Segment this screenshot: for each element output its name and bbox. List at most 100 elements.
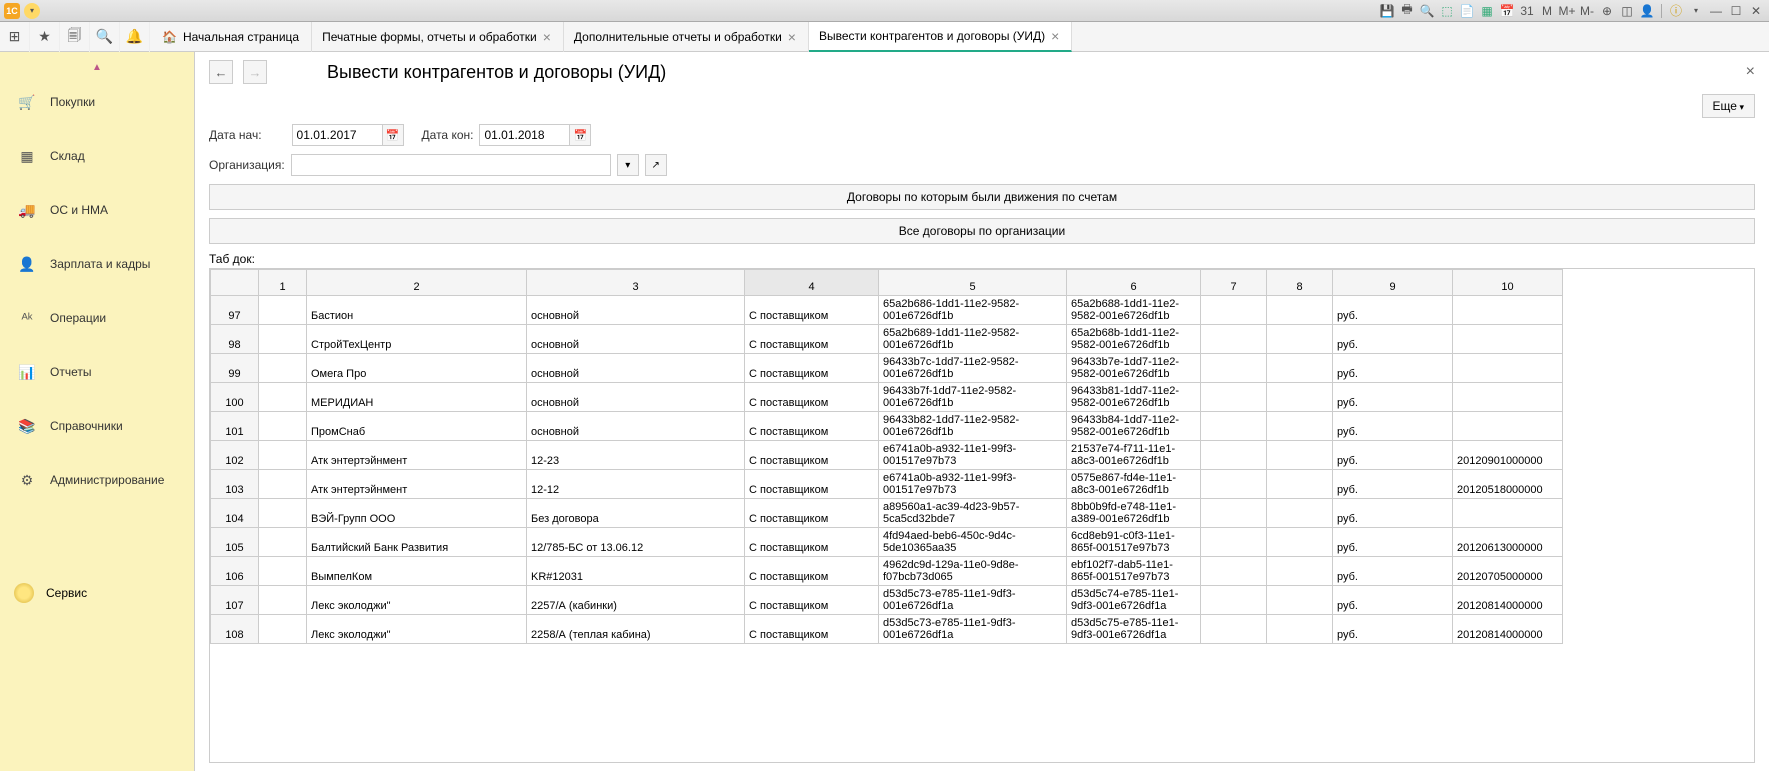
content-close-icon[interactable]: × xyxy=(1746,63,1755,81)
tab-close-icon[interactable]: × xyxy=(541,29,553,45)
app-dropdown-icon[interactable]: ▾ xyxy=(24,3,40,19)
search-icon[interactable]: 🔍 xyxy=(90,22,120,52)
column-header[interactable]: 5 xyxy=(879,270,1067,296)
date-icon[interactable]: 31 xyxy=(1518,2,1536,20)
sidebar-item[interactable]: 📚Справочники xyxy=(0,399,194,453)
cell: d53d5c73-e785-11e1-9df3-001e6726df1a xyxy=(879,586,1067,615)
doc-icon[interactable]: 📄 xyxy=(1458,2,1476,20)
sidebar-label: Склад xyxy=(50,149,85,163)
org-open-icon[interactable]: ↗ xyxy=(645,154,667,176)
memory-mplus-icon[interactable]: M+ xyxy=(1558,2,1576,20)
nav-forward-button[interactable]: → xyxy=(243,60,267,84)
table-row[interactable]: 102Атк энтертэйнмент12-23С поставщикомe6… xyxy=(211,441,1563,470)
cell: 65a2b688-1dd1-11e2-9582-001e6726df1b xyxy=(1067,296,1201,325)
doc-icon[interactable]: 🗐 xyxy=(60,22,90,52)
minimize-icon[interactable]: — xyxy=(1707,2,1725,20)
date-start-picker-icon[interactable]: 📅 xyxy=(382,124,404,146)
cell: руб. xyxy=(1333,470,1453,499)
column-header[interactable]: 9 xyxy=(1333,270,1453,296)
grid-icon[interactable]: ▦ xyxy=(1478,2,1496,20)
table[interactable]: 12345678910 97БастионосновнойС поставщик… xyxy=(209,268,1755,763)
org-input[interactable] xyxy=(291,154,611,176)
column-header[interactable]: 4 xyxy=(745,270,879,296)
home-tab[interactable]: 🏠 Начальная страница xyxy=(150,22,312,52)
cell: руб. xyxy=(1333,499,1453,528)
all-contracts-button[interactable]: Все договоры по организации xyxy=(209,218,1755,244)
sidebar-item[interactable]: ⚙Администрирование xyxy=(0,453,194,507)
user-icon[interactable]: 👤 xyxy=(1638,2,1656,20)
table-row[interactable]: 98СтройТехЦентросновнойС поставщиком65a2… xyxy=(211,325,1563,354)
info-dd-icon[interactable]: ▾ xyxy=(1687,2,1705,20)
sidebar-collapse-icon[interactable]: ▲ xyxy=(0,60,194,75)
apps-icon[interactable]: ⊞ xyxy=(0,22,30,52)
column-header[interactable]: 6 xyxy=(1067,270,1201,296)
cell: руб. xyxy=(1333,441,1453,470)
table-row[interactable]: 104ВЭЙ-Групп ОООБез договораС поставщико… xyxy=(211,499,1563,528)
column-header[interactable]: 8 xyxy=(1267,270,1333,296)
column-header[interactable]: 7 xyxy=(1201,270,1267,296)
table-row[interactable]: 97БастионосновнойС поставщиком65a2b686-1… xyxy=(211,296,1563,325)
contracts-with-movements-button[interactable]: Договоры по которым были движения по сче… xyxy=(209,184,1755,210)
table-row[interactable]: 106ВымпелКомKR#12031С поставщиком4962dc9… xyxy=(211,557,1563,586)
tab-close-icon[interactable]: × xyxy=(1049,28,1061,44)
cell: 4962dc9d-129a-11e0-9d8e-f07bcb73d065 xyxy=(879,557,1067,586)
tab-close-icon[interactable]: × xyxy=(786,29,798,45)
cell xyxy=(1201,586,1267,615)
cell xyxy=(259,412,307,441)
table-row[interactable]: 101ПромСнабосновнойС поставщиком96433b82… xyxy=(211,412,1563,441)
sidebar-item[interactable]: ▦Склад xyxy=(0,129,194,183)
sidebar-item[interactable]: 👤Зарплата и кадры xyxy=(0,237,194,291)
zoom-actual-icon[interactable]: ◫ xyxy=(1618,2,1636,20)
date-end-input[interactable] xyxy=(479,124,569,146)
memory-m-icon[interactable]: M xyxy=(1538,2,1556,20)
zoom-in-icon[interactable]: ⊕ xyxy=(1598,2,1616,20)
tab[interactable]: Печатные формы, отчеты и обработки× xyxy=(312,22,564,52)
table-row[interactable]: 108Лекс эколоджи"2258/А (теплая кабина)С… xyxy=(211,615,1563,644)
bell-icon[interactable]: 🔔 xyxy=(120,22,150,52)
column-header-rownum[interactable] xyxy=(211,270,259,296)
cell: 4fd94aed-beb6-450c-9d4c-5de10365aa35 xyxy=(879,528,1067,557)
calendar-icon[interactable]: 📅 xyxy=(1498,2,1516,20)
date-start-input[interactable] xyxy=(292,124,382,146)
table-row[interactable]: 105Балтийский Банк Развития12/785-БС от … xyxy=(211,528,1563,557)
cell xyxy=(1453,325,1563,354)
maximize-icon[interactable]: ☐ xyxy=(1727,2,1745,20)
nav-back-button[interactable]: ← xyxy=(209,60,233,84)
cell xyxy=(259,557,307,586)
tab[interactable]: Дополнительные отчеты и обработки × xyxy=(564,22,809,52)
compare-icon[interactable]: ⬚ xyxy=(1438,2,1456,20)
date-start-label: Дата нач: xyxy=(209,128,262,142)
column-header[interactable]: 2 xyxy=(307,270,527,296)
org-dropdown-icon[interactable]: ▾ xyxy=(617,154,639,176)
close-icon[interactable]: ✕ xyxy=(1747,2,1765,20)
sidebar-icon: 🚚 xyxy=(18,201,36,219)
divider xyxy=(1661,4,1662,18)
memory-mminus-icon[interactable]: M- xyxy=(1578,2,1596,20)
tab[interactable]: Вывести контрагентов и договоры (УИД)× xyxy=(809,22,1072,52)
print-icon[interactable]: 🖶 xyxy=(1398,2,1416,20)
sidebar-item[interactable]: 📊Отчеты xyxy=(0,345,194,399)
sidebar-item[interactable]: ᴬᵏОперации xyxy=(0,291,194,345)
sidebar-item[interactable]: 🛒Покупки xyxy=(0,75,194,129)
table-row[interactable]: 103Атк энтертэйнмент12-12С поставщикомe6… xyxy=(211,470,1563,499)
cell xyxy=(1201,499,1267,528)
sidebar-item-service[interactable]: Сервис xyxy=(0,567,194,619)
cell xyxy=(259,470,307,499)
save-icon[interactable]: 💾 xyxy=(1378,2,1396,20)
star-icon[interactable]: ★ xyxy=(30,22,60,52)
column-header[interactable]: 10 xyxy=(1453,270,1563,296)
table-row[interactable]: 107Лекс эколоджи"2257/А (кабинки)С поста… xyxy=(211,586,1563,615)
info-icon[interactable]: ⓘ xyxy=(1667,2,1685,20)
preview-icon[interactable]: 🔍 xyxy=(1418,2,1436,20)
date-end-picker-icon[interactable]: 📅 xyxy=(569,124,591,146)
column-header[interactable]: 3 xyxy=(527,270,745,296)
table-row[interactable]: 100МЕРИДИАНосновнойС поставщиком96433b7f… xyxy=(211,383,1563,412)
tab-label: Дополнительные отчеты и обработки xyxy=(574,30,782,44)
sidebar-item[interactable]: 🚚ОС и НМА xyxy=(0,183,194,237)
cell: 20120613000000 xyxy=(1453,528,1563,557)
sidebar-label: Покупки xyxy=(50,95,95,109)
cell: С поставщиком xyxy=(745,412,879,441)
more-button[interactable]: Еще xyxy=(1702,94,1755,118)
table-row[interactable]: 99Омега ПроосновнойС поставщиком96433b7c… xyxy=(211,354,1563,383)
column-header[interactable]: 1 xyxy=(259,270,307,296)
